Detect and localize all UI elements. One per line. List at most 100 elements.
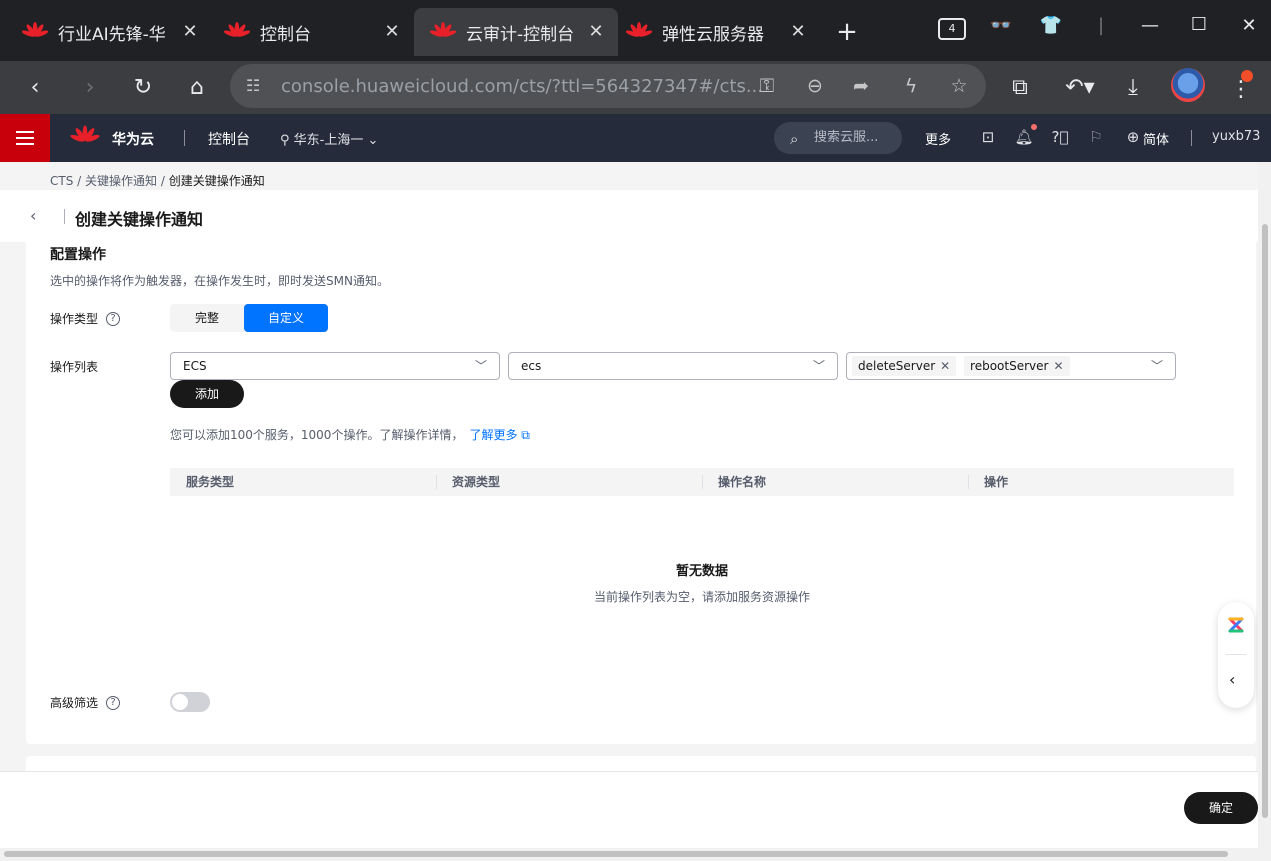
op-type-custom[interactable]: 自定义 — [244, 304, 328, 332]
undo-history-icon[interactable]: ↶▾ — [1060, 73, 1100, 103]
tag-remove-icon[interactable]: ✕ — [1053, 359, 1063, 373]
browser-tab-title: 云审计-控制台 — [466, 24, 575, 45]
operation-tag-text: rebootServer — [970, 359, 1049, 373]
console-link[interactable]: 控制台 — [208, 129, 250, 149]
learn-more-link[interactable]: 了解更多 ⧉ — [469, 428, 529, 442]
key-icon[interactable]: ⚿ — [754, 73, 780, 99]
page-content: CTS / 关键操作通知 / 创建关键操作通知 ‹ 创建关键操作通知 配置操作 … — [0, 162, 1258, 848]
column-operation-name: 操作名称 — [702, 468, 968, 496]
assistant-logo-icon[interactable] — [1227, 616, 1245, 634]
region-name: 华东-上海一 — [293, 133, 364, 148]
widget-divider — [1226, 654, 1246, 655]
operations-table-header: 服务类型 资源类型 操作名称 操作 — [170, 468, 1234, 496]
close-icon[interactable]: ✕ — [586, 21, 606, 42]
window-close-icon[interactable]: ✕ — [1234, 15, 1264, 36]
service-select-value: ECS — [183, 359, 207, 373]
browser-toolbar: ‹ › ↻ ⌂ ☷ console.huaweicloud.com/cts/?t… — [0, 61, 1271, 114]
column-service-type: 服务类型 — [186, 475, 235, 489]
op-type-label-text: 操作类型 — [50, 312, 99, 326]
terminal-icon[interactable]: ⊡ — [977, 128, 999, 148]
floating-assistant: ‹ — [1218, 602, 1254, 708]
brand-name[interactable]: 华为云 — [112, 129, 154, 149]
close-icon[interactable]: ✕ — [382, 21, 402, 42]
globe-icon[interactable]: ⊕ — [1122, 128, 1144, 148]
close-icon[interactable]: ✕ — [788, 21, 808, 42]
operation-tag: rebootServer ✕ — [964, 356, 1070, 376]
search-input[interactable]: ⌕ 搜索云服... — [774, 122, 902, 154]
new-tab-plus-icon[interactable]: + — [833, 17, 861, 47]
huawei-logo-icon — [224, 22, 250, 37]
console-header: 华为云 控制台 ⚲ 华东-上海一 ⌄ ⌕ 搜索云服... 更多 ⊡ 🔔︎ ?⃝ … — [0, 114, 1271, 162]
browser-tab-title: 行业AI先锋-华 — [58, 24, 166, 45]
browser-tab-3-active[interactable]: 云审计-控制台 ✕ — [414, 8, 618, 56]
profile-avatar[interactable] — [1171, 68, 1205, 102]
operation-multi-select[interactable]: deleteServer ✕ rebootServer ✕ ﹀ — [846, 352, 1176, 380]
reload-icon[interactable]: ↻ — [128, 73, 158, 103]
vertical-scroll-thumb[interactable] — [1262, 224, 1268, 818]
hamburger-menu-icon[interactable] — [0, 114, 50, 162]
feedback-icon[interactable]: ⚐ — [1085, 128, 1107, 148]
help-icon[interactable]: ? — [106, 695, 121, 710]
close-icon[interactable]: ✕ — [180, 21, 200, 42]
horizontal-scroll-thumb[interactable] — [4, 851, 1228, 857]
advanced-filter-toggle[interactable] — [170, 692, 210, 712]
tag-remove-icon[interactable]: ✕ — [940, 359, 950, 373]
help-circle-icon[interactable]: ?⃝ — [1049, 128, 1071, 148]
search-placeholder: 搜索云服... — [814, 130, 879, 145]
breadcrumb-notifications[interactable]: 关键操作通知 — [85, 174, 157, 188]
resource-select-value: ecs — [521, 359, 542, 373]
confirm-button[interactable]: 确定 — [1184, 792, 1258, 824]
help-icon[interactable]: ? — [106, 311, 121, 326]
lightning-icon[interactable]: ϟ — [898, 73, 924, 99]
more-menu[interactable]: 更多 — [925, 129, 951, 148]
page-title: 创建关键操作通知 — [75, 210, 204, 229]
browser-tab-title: 控制台 — [260, 24, 311, 45]
empty-state-description: 当前操作列表为空，请添加服务资源操作 — [593, 590, 810, 604]
bookmark-star-icon[interactable]: ☆ — [946, 73, 972, 99]
chevron-down-icon: ﹀ — [812, 359, 825, 373]
extensions-puzzle-icon[interactable]: ⧉ — [1005, 73, 1035, 103]
region-selector[interactable]: ⚲ 华东-上海一 ⌄ — [280, 129, 378, 148]
op-type-full[interactable]: 完整 — [170, 304, 244, 332]
site-settings-icon[interactable]: ☷ — [246, 76, 268, 96]
chevron-down-icon: ⌄ — [367, 133, 379, 148]
vertical-scrollbar[interactable] — [1258, 162, 1271, 848]
back-chevron-icon[interactable]: ‹ — [30, 206, 46, 225]
browser-tab-4[interactable]: 弹性云服务器 ✕ — [610, 8, 820, 56]
shirt-theme-icon[interactable]: 👕 — [1036, 15, 1066, 36]
add-button[interactable]: 添加 — [170, 380, 244, 408]
download-icon[interactable]: ⤓ — [1118, 73, 1148, 103]
minimize-icon[interactable]: — — [1135, 15, 1165, 36]
address-url: console.huaweicloud.com/cts/?ttl=5643273… — [281, 76, 763, 97]
collapse-chevron-left-icon[interactable]: ‹ — [1229, 670, 1235, 689]
operation-tag-text: deleteServer — [858, 359, 936, 373]
op-type-label: 操作类型 ? — [50, 310, 121, 327]
footer-bar: 确定 — [0, 771, 1258, 848]
user-name[interactable]: yuxb73 — [1212, 129, 1260, 144]
column-resource-type: 资源类型 — [436, 468, 702, 496]
browser-tab-1[interactable]: 行业AI先锋-华 ✕ — [6, 8, 212, 56]
learn-more-text: 了解更多 — [469, 428, 518, 442]
incognito-glasses-icon[interactable]: 👓 — [986, 15, 1016, 36]
language-selector[interactable]: 简体 — [1143, 129, 1169, 148]
share-icon[interactable]: ➦ — [848, 73, 874, 99]
browser-tab-2[interactable]: 控制台 ✕ — [208, 8, 414, 56]
section-title: 配置操作 — [50, 247, 106, 263]
zoom-out-icon[interactable]: ⊖ — [802, 73, 828, 99]
horizontal-scrollbar[interactable] — [0, 848, 1271, 861]
forward-arrow-icon[interactable]: › — [75, 73, 105, 103]
huawei-logo-icon[interactable] — [70, 124, 100, 154]
resource-select[interactable]: ecs ﹀ — [508, 352, 838, 380]
back-arrow-icon[interactable]: ‹ — [20, 73, 50, 103]
breadcrumb-separator: / — [160, 174, 165, 188]
maximize-icon[interactable]: ☐ — [1184, 14, 1214, 35]
service-select[interactable]: ECS ﹀ — [170, 352, 500, 380]
op-type-segmented: 完整 自定义 — [170, 304, 328, 332]
tab-count-icon[interactable]: 4 — [938, 18, 966, 40]
home-icon[interactable]: ⌂ — [182, 73, 212, 103]
breadcrumb-cts[interactable]: CTS — [50, 174, 73, 188]
op-list-label-text: 操作列表 — [50, 360, 99, 374]
address-bar[interactable]: ☷ console.huaweicloud.com/cts/?ttl=56432… — [230, 64, 986, 108]
bell-notification-icon[interactable]: 🔔︎ — [1013, 128, 1035, 148]
tabbar-divider: | — [1097, 15, 1105, 36]
